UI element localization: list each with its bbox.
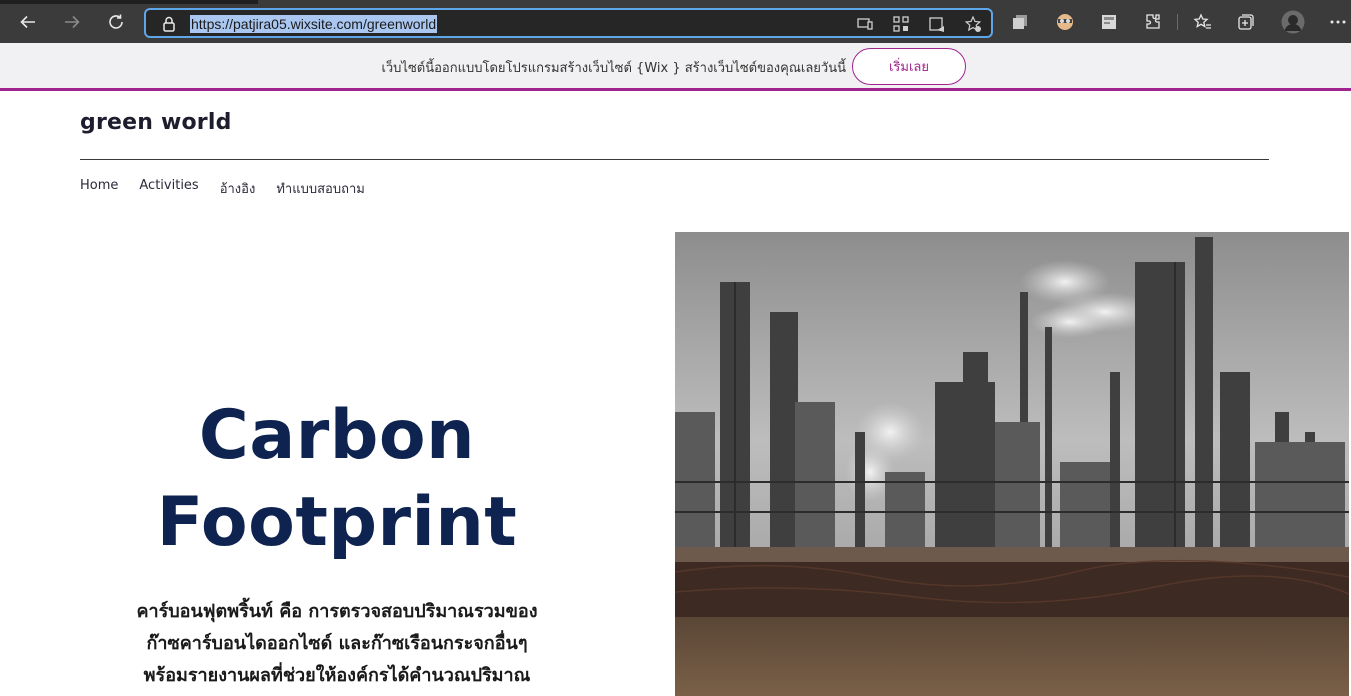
browser-toolbar: https://patjira05.wixsite.com/greenworld xyxy=(0,0,1351,43)
qr-code-icon[interactable] xyxy=(892,15,910,33)
forward-arrow-icon xyxy=(65,15,80,29)
menu-item-home[interactable]: Home xyxy=(80,178,118,199)
immersive-reader-icon[interactable] xyxy=(928,15,946,33)
more-menu-button[interactable] xyxy=(1327,11,1349,33)
address-bar[interactable]: https://patjira05.wixsite.com/greenworld xyxy=(144,8,993,38)
add-favorite-icon[interactable] xyxy=(964,15,982,33)
extensions-icon xyxy=(1146,14,1160,29)
url-text[interactable]: https://patjira05.wixsite.com/greenworld xyxy=(190,15,438,33)
hero-text-line: คาร์บอนฟุตพริ้นท์ คือ การตรวจสอบปริมาณรว… xyxy=(136,601,538,622)
favorites-icon xyxy=(1193,13,1211,29)
profile-face-button[interactable] xyxy=(1054,11,1076,33)
site-menu: Home Activities อ้างอิง ทำแบบสอบถาม xyxy=(80,178,386,199)
menu-item-references[interactable]: อ้างอิง xyxy=(220,178,256,199)
sticky-note-button[interactable] xyxy=(1098,11,1120,33)
hero-heading: Carbon Footprint xyxy=(80,392,594,566)
hero-description: คาร์บอนฟุตพริ้นท์ คือ การตรวจสอบปริมาณรว… xyxy=(80,596,594,692)
forward-button[interactable] xyxy=(59,9,85,35)
profile-face-icon xyxy=(1057,14,1073,30)
favorites-button[interactable] xyxy=(1191,11,1213,33)
extensions-button[interactable] xyxy=(1142,11,1164,33)
hero-text-line: พร้อมรายงานผลที่ช่วยให้องค์กรได้คำนวณปริ… xyxy=(143,665,531,686)
wix-promo-banner: เว็บไซต์นี้ออกแบบโดยโปรแกรมสร้างเว็บไซต์… xyxy=(0,43,1351,91)
industrial-plant-image xyxy=(675,232,1349,696)
tab-strip xyxy=(0,0,258,4)
collections-button[interactable] xyxy=(1009,11,1031,33)
header-divider xyxy=(80,159,1269,160)
hero-heading-line: Carbon xyxy=(198,396,476,475)
refresh-icon xyxy=(109,14,123,29)
wix-banner-message: เว็บไซต์นี้ออกแบบโดยโปรแกรมสร้างเว็บไซต์… xyxy=(381,61,846,76)
toolbar-separator xyxy=(1177,14,1178,30)
collections-icon xyxy=(1013,15,1027,29)
hero-factory-image xyxy=(675,232,1349,696)
devices-icon[interactable] xyxy=(856,15,874,33)
hero-heading-line: Footprint xyxy=(156,483,518,562)
profile-avatar-button[interactable] xyxy=(1281,10,1305,34)
menu-item-survey[interactable]: ทำแบบสอบถาม xyxy=(276,178,365,199)
tab-collections-button[interactable] xyxy=(1235,11,1257,33)
hero-text-line: ก๊าซคาร์บอนไดออกไซด์ และก๊าซเรือนกระจกอื… xyxy=(146,633,528,654)
back-button[interactable] xyxy=(15,9,41,35)
wix-start-button[interactable]: เริ่มเลย xyxy=(852,48,966,85)
lock-icon[interactable] xyxy=(160,15,178,33)
more-icon xyxy=(1330,20,1346,24)
site-title[interactable]: green world xyxy=(80,110,232,135)
sticky-note-icon xyxy=(1102,15,1116,29)
back-arrow-icon xyxy=(20,15,35,29)
menu-item-activities[interactable]: Activities xyxy=(139,178,198,199)
tab-collections-icon xyxy=(1238,14,1254,30)
avatar-icon xyxy=(1281,10,1305,34)
refresh-button[interactable] xyxy=(103,9,129,35)
